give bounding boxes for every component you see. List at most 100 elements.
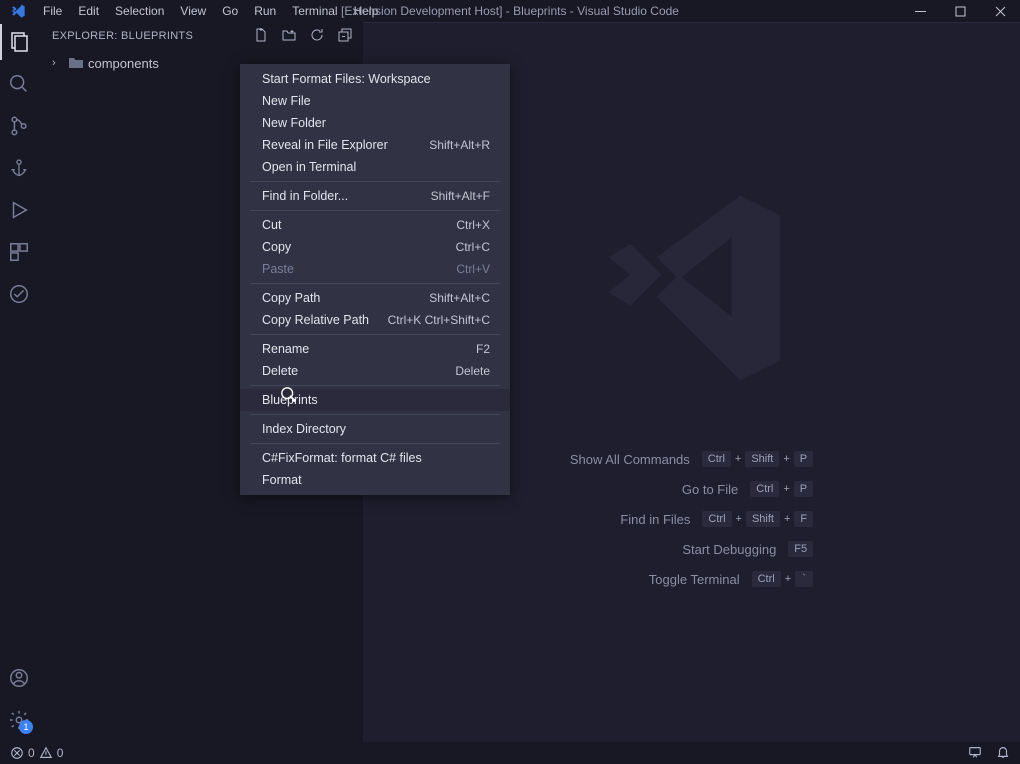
activity-extensions[interactable] <box>7 240 31 264</box>
menu-file[interactable]: File <box>35 2 70 20</box>
activity-run-debug[interactable] <box>7 198 31 222</box>
context-menu-item[interactable]: DeleteDelete <box>240 360 510 382</box>
ctx-label: Rename <box>262 342 309 356</box>
refresh-icon[interactable] <box>309 27 325 46</box>
context-menu-item[interactable]: Open in Terminal <box>240 156 510 178</box>
ctx-shortcut: Ctrl+V <box>456 262 490 276</box>
close-button[interactable] <box>980 0 1020 22</box>
context-menu-item[interactable]: RenameF2 <box>240 338 510 360</box>
window-controls <box>900 0 1020 22</box>
ctx-label: C#FixFormat: format C# files <box>262 451 422 465</box>
context-menu-separator <box>250 210 500 211</box>
ctx-label: Copy <box>262 240 291 254</box>
maximize-button[interactable] <box>940 0 980 22</box>
ctx-label: Copy Path <box>262 291 320 305</box>
context-menu-separator <box>250 283 500 284</box>
context-menu-item[interactable]: Copy Ctrl+C <box>240 236 510 258</box>
welcome-row: Go to File Ctrl+P <box>570 481 813 497</box>
context-menu-item[interactable]: Copy Path Shift+Alt+C <box>240 287 510 309</box>
welcome-shortcuts: Show All Commands Ctrl+Shift+P Go to Fil… <box>570 451 813 587</box>
welcome-row: Show All Commands Ctrl+Shift+P <box>570 451 813 467</box>
ctx-label: Index Directory <box>262 422 346 436</box>
key: Ctrl <box>702 511 731 527</box>
key: Ctrl <box>702 451 731 467</box>
folder-icon <box>68 55 84 71</box>
context-menu-separator <box>250 334 500 335</box>
collapse-all-icon[interactable] <box>337 27 353 46</box>
status-feedback-icon[interactable] <box>968 745 982 762</box>
key: F <box>794 511 813 527</box>
key: ` <box>795 571 813 587</box>
context-menu-item[interactable]: Find in Folder... Shift+Alt+F <box>240 185 510 207</box>
ctx-label: Format <box>262 473 302 487</box>
context-menu-item[interactable]: Start Format Files: Workspace <box>240 68 510 90</box>
new-file-icon[interactable] <box>253 27 269 46</box>
minimize-button[interactable] <box>900 0 940 22</box>
context-menu-item[interactable]: CutCtrl+X <box>240 214 510 236</box>
menu-selection[interactable]: Selection <box>107 2 172 20</box>
sidebar-header: EXPLORER: BLUEPRINTS <box>38 22 363 50</box>
activity-account[interactable] <box>7 666 31 690</box>
menu-terminal[interactable]: Terminal <box>284 2 345 20</box>
chevron-right-icon: › <box>52 57 64 69</box>
key: Ctrl <box>750 481 779 497</box>
welcome-label: Show All Commands <box>570 452 690 467</box>
welcome-row: Toggle Terminal Ctrl+` <box>570 571 813 587</box>
ctx-shortcut: Ctrl+K Ctrl+Shift+C <box>388 313 490 327</box>
menu-view[interactable]: View <box>172 2 214 20</box>
key: Ctrl <box>752 571 781 587</box>
ctx-label: Reveal in File Explorer <box>262 138 388 152</box>
vscode-logo <box>582 178 802 401</box>
ctx-label: New File <box>262 94 311 108</box>
settings-badge: 1 <box>19 720 33 734</box>
status-errors: 0 <box>28 746 35 760</box>
context-menu: Start Format Files: Workspace New File New… <box>240 64 510 495</box>
context-menu-item[interactable]: Reveal in File ExplorerShift+Alt+R <box>240 134 510 156</box>
sidebar-actions <box>253 27 353 46</box>
ctx-shortcut: Shift+Alt+C <box>429 291 490 305</box>
tree-label: components <box>88 56 159 71</box>
activity-anchor[interactable] <box>7 156 31 180</box>
ctx-label: New Folder <box>262 116 326 130</box>
activity-remote[interactable] <box>7 282 31 306</box>
ctx-label: Cut <box>262 218 281 232</box>
welcome-label: Find in Files <box>620 512 690 527</box>
context-menu-item[interactable]: New Folder <box>240 112 510 134</box>
activity-explorer[interactable] <box>7 30 31 54</box>
activity-search[interactable] <box>7 72 31 96</box>
sidebar-title: EXPLORER: BLUEPRINTS <box>52 30 193 42</box>
context-menu-separator <box>250 443 500 444</box>
context-menu-item[interactable]: Copy Relative PathCtrl+K Ctrl+Shift+C <box>240 309 510 331</box>
ctx-shortcut: Shift+Alt+F <box>431 189 490 203</box>
window-title: [Extension Development Host] - Blueprint… <box>341 4 679 18</box>
context-menu-item[interactable]: C#FixFormat: format C# files <box>240 447 510 469</box>
context-menu-item[interactable]: Index Directory <box>240 418 510 440</box>
activity-settings[interactable]: 1 <box>7 708 31 732</box>
context-menu-item[interactable]: Blueprints <box>240 389 510 411</box>
activity-source-control[interactable] <box>7 114 31 138</box>
ctx-label: Delete <box>262 364 298 378</box>
menu-run[interactable]: Run <box>246 2 284 20</box>
main: 1 EXPLORER: BLUEPRINTS › components <box>0 22 1020 742</box>
key: Shift <box>746 511 780 527</box>
context-menu-separator <box>250 414 500 415</box>
welcome-row: Start Debugging F5 <box>570 541 813 557</box>
menu-edit[interactable]: Edit <box>70 2 107 20</box>
status-problems[interactable]: 0 0 <box>10 746 63 760</box>
ctx-label: Find in Folder... <box>262 189 348 203</box>
welcome-row: Find in Files Ctrl+Shift+F <box>570 511 813 527</box>
vscode-app-icon <box>0 3 35 19</box>
welcome-label: Go to File <box>682 482 738 497</box>
new-folder-icon[interactable] <box>281 27 297 46</box>
context-menu-item[interactable]: New File <box>240 90 510 112</box>
status-bar: 0 0 <box>0 742 1020 764</box>
welcome-label: Toggle Terminal <box>649 572 740 587</box>
ctx-shortcut: Ctrl+C <box>456 240 490 254</box>
status-bell-icon[interactable] <box>996 745 1010 762</box>
ctx-label: Start Format Files: Workspace <box>262 72 431 86</box>
menu-go[interactable]: Go <box>214 2 246 20</box>
context-menu-item[interactable]: Format <box>240 469 510 491</box>
context-menu-separator <box>250 385 500 386</box>
context-menu-item: PasteCtrl+V <box>240 258 510 280</box>
key: P <box>794 481 813 497</box>
